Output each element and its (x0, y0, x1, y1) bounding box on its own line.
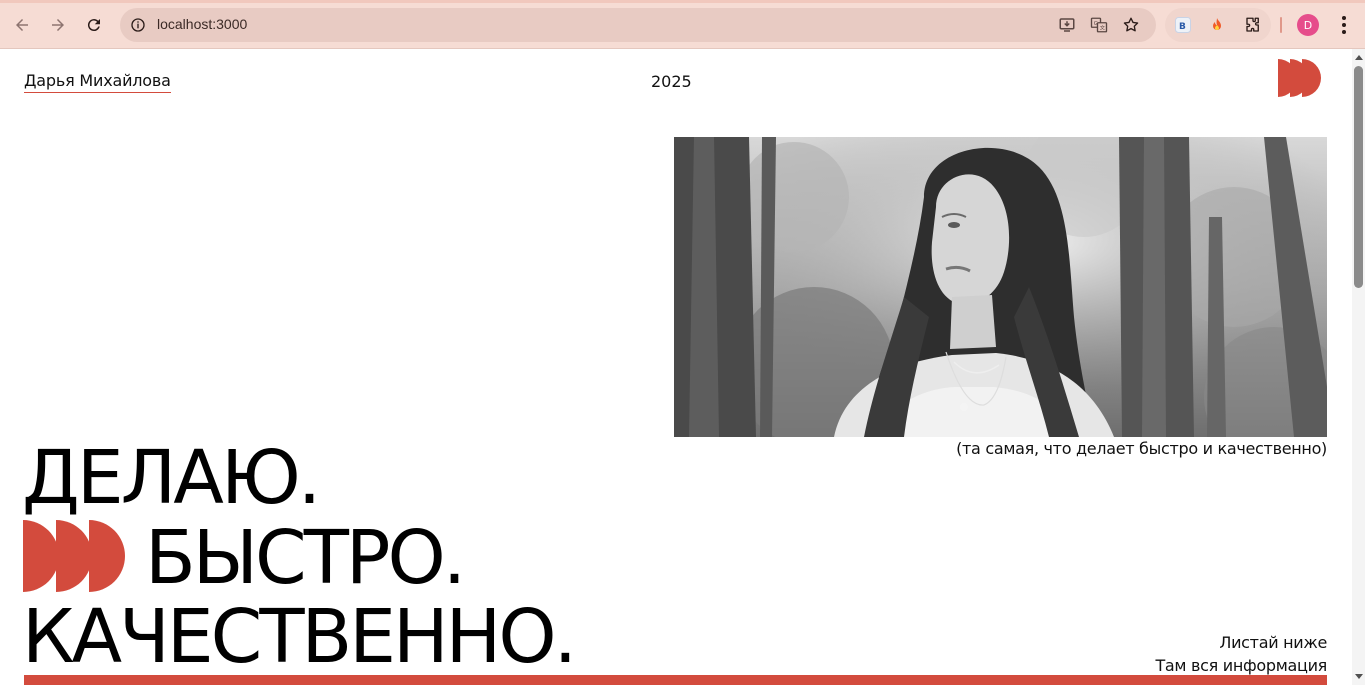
page-viewport: Дарья Михайлова 2025 (та самая, что дела… (0, 49, 1352, 685)
install-app-button[interactable] (1057, 15, 1077, 35)
url-text[interactable]: localhost:3000 (157, 16, 247, 32)
vk-extension-button[interactable]: B (1173, 15, 1193, 35)
brand-logo-large-icon (23, 520, 125, 592)
scroll-down-arrow-icon[interactable] (1355, 674, 1363, 679)
forward-button[interactable] (45, 12, 71, 38)
scroll-up-arrow-icon[interactable] (1355, 55, 1363, 60)
back-button[interactable] (9, 12, 35, 38)
portrait-photo-image (674, 137, 1327, 437)
extensions-area: B (1165, 8, 1271, 42)
forward-arrow-icon (52, 19, 64, 31)
reload-button[interactable] (81, 12, 107, 38)
site-info-icon (131, 18, 145, 32)
address-bar[interactable]: localhost:3000 G 文 (120, 8, 1156, 42)
headline-line-1: ДЕЛАЮ. (22, 435, 321, 521)
vk-extension-icon: B (1175, 17, 1191, 33)
tab-strip-edge (0, 0, 1365, 3)
kebab-menu-icon-dot (1342, 23, 1346, 27)
toolbar-separator (1280, 17, 1282, 33)
translate-icon: G 文 (1090, 17, 1108, 33)
scroll-hint-line-2: Там вся информация (1155, 656, 1327, 675)
headline-line-2: БЫСТРО. (145, 515, 466, 601)
kebab-menu-icon-dot (1342, 16, 1346, 20)
back-arrow-icon (16, 19, 28, 31)
flame-extension-icon (1213, 18, 1221, 30)
bookmark-star-icon (1123, 17, 1139, 32)
scroll-hint: Листай ниже Там вся информация (1155, 631, 1327, 677)
scrollbar-thumb[interactable] (1354, 66, 1363, 288)
flame-extension-button[interactable] (1207, 15, 1227, 35)
browser-toolbar: localhost:3000 G 文 B D (0, 0, 1365, 49)
reload-icon (87, 19, 100, 32)
vertical-scrollbar[interactable] (1352, 49, 1365, 685)
year-label: 2025 (651, 72, 692, 91)
site-info-button[interactable] (127, 14, 149, 36)
install-app-icon (1059, 18, 1075, 32)
headline-line-3: КАЧЕСТВЕННО. (22, 594, 577, 680)
brand-logo-icon (1278, 59, 1321, 97)
accent-bar (24, 675, 1327, 685)
scroll-hint-line-1: Листай ниже (1219, 633, 1327, 652)
kebab-menu-icon-dot (1342, 30, 1346, 34)
translate-button[interactable]: G 文 (1089, 15, 1109, 35)
profile-avatar-button[interactable]: D (1297, 14, 1319, 36)
bookmark-button[interactable] (1121, 15, 1141, 35)
profile-initial: D (1303, 18, 1313, 32)
photo-caption: (та самая, что делает быстро и качествен… (956, 439, 1327, 458)
svg-text:B: B (1179, 22, 1186, 32)
extensions-button[interactable] (1243, 15, 1263, 35)
svg-text:G: G (1094, 21, 1098, 27)
browser-menu-button[interactable] (1334, 14, 1354, 36)
portrait-photo (674, 137, 1327, 437)
owner-name-link[interactable]: Дарья Михайлова (24, 71, 171, 93)
puzzle-extensions-icon (1246, 17, 1259, 32)
